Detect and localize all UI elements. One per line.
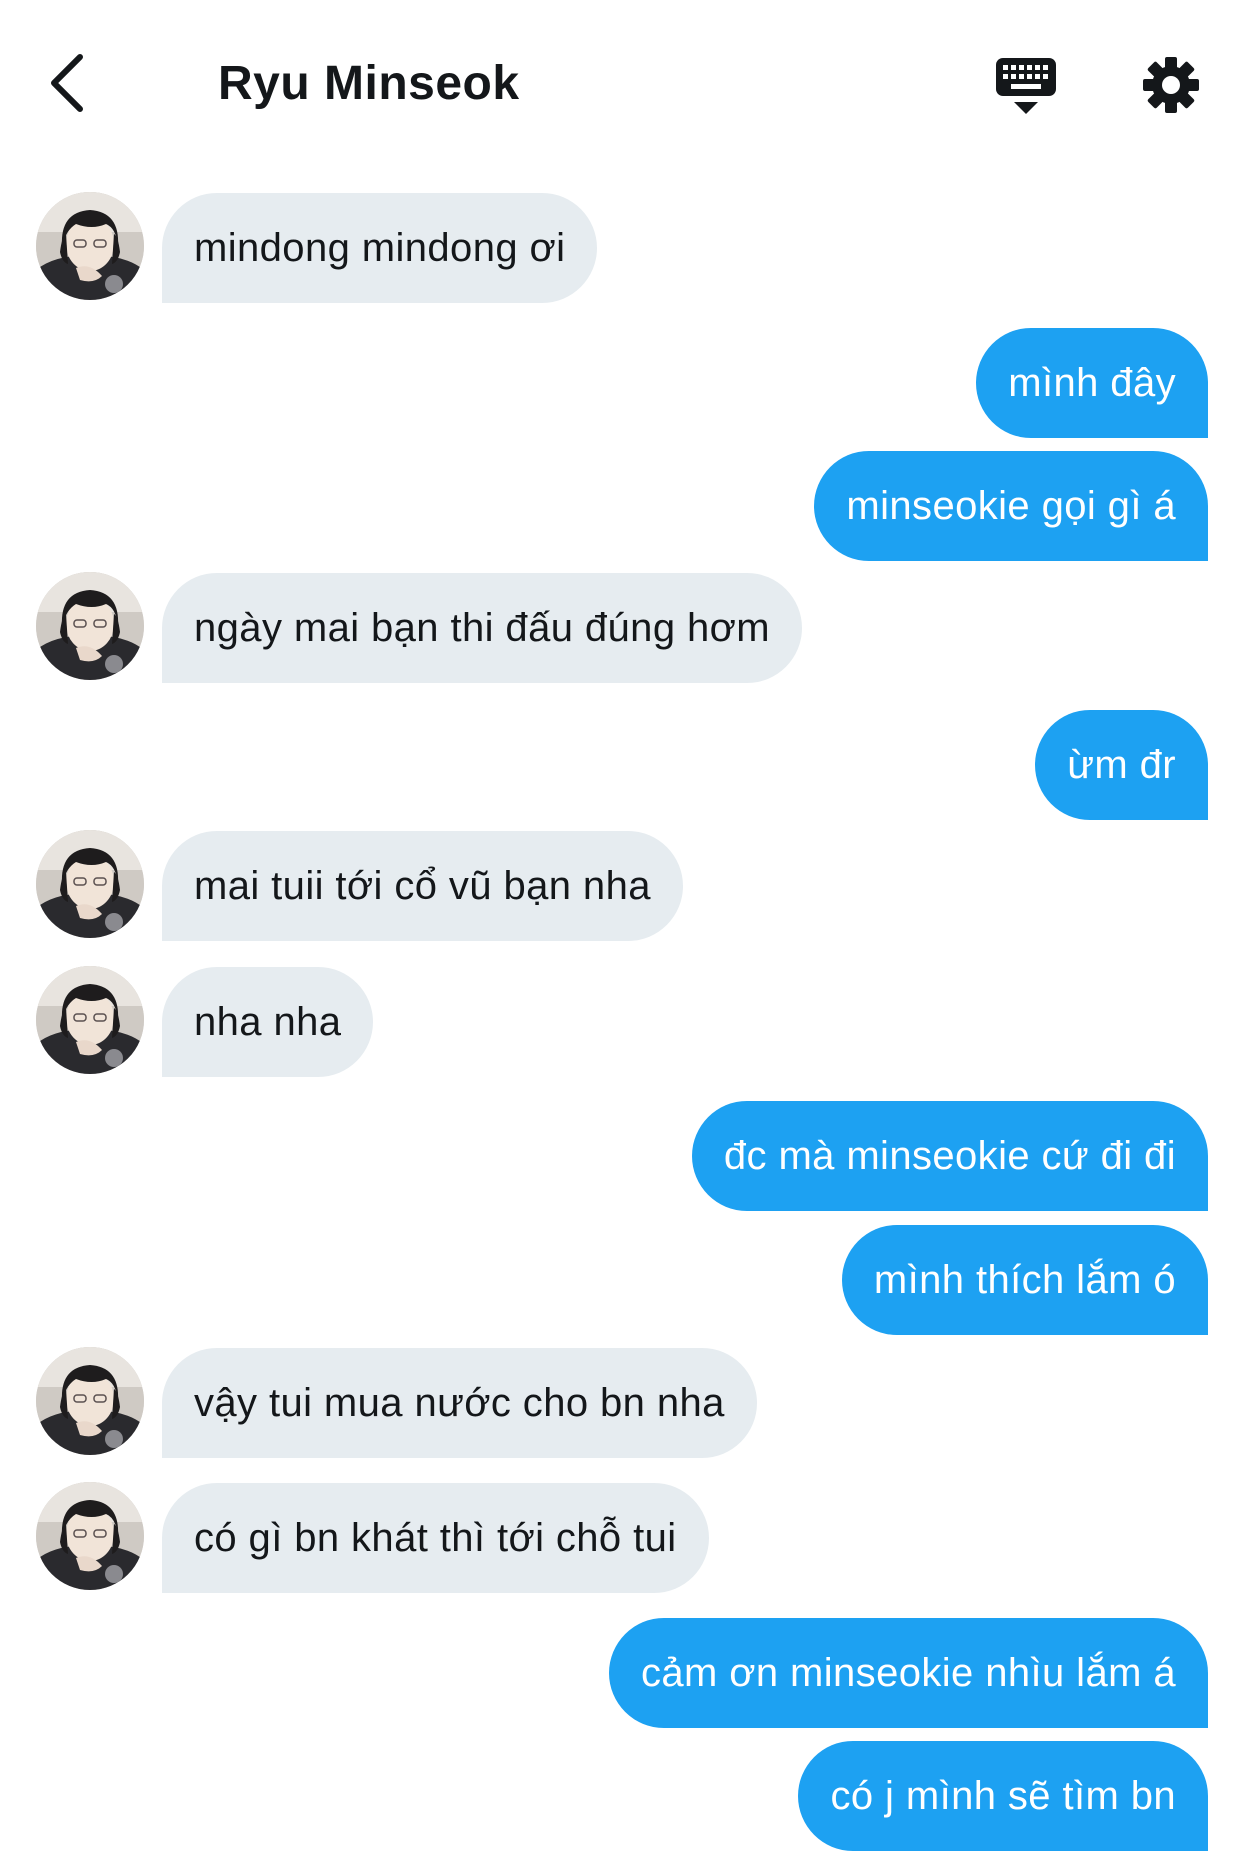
avatar-image xyxy=(36,966,144,1074)
settings-button[interactable] xyxy=(1136,50,1206,120)
avatar-image xyxy=(36,830,144,938)
message-text: ừm đr xyxy=(1067,743,1176,787)
conversation-title: Ryu Minseok xyxy=(218,57,520,110)
avatar[interactable] xyxy=(36,830,144,938)
outgoing-message-bubble[interactable]: ừm đr xyxy=(1035,710,1208,820)
outgoing-message-bubble[interactable]: mình đây xyxy=(976,328,1208,438)
message-text: nha nha xyxy=(194,1000,342,1044)
incoming-message-bubble[interactable]: vậy tui mua nước cho bn nha xyxy=(162,1348,757,1458)
avatar-image xyxy=(36,572,144,680)
incoming-message-bubble[interactable]: mai tuii tới cổ vũ bạn nha xyxy=(162,831,683,941)
message-text: cảm ơn minseokie nhìu lắm á xyxy=(640,1651,1176,1695)
outgoing-message-bubble[interactable]: mình thích lắm ó xyxy=(841,1225,1208,1335)
avatar-image xyxy=(36,1347,144,1455)
incoming-message-bubble[interactable]: ngày mai bạn thi đấu đúng hơm xyxy=(162,573,802,683)
outgoing-message-bubble[interactable]: cảm ơn minseokie nhìu lắm á xyxy=(608,1618,1208,1728)
outgoing-message-bubble[interactable]: đc mà minseokie cứ đi đi xyxy=(691,1101,1208,1211)
gear-icon xyxy=(1143,57,1199,113)
message-text: đc mà minseokie cứ đi đi xyxy=(723,1134,1176,1178)
chevron-left-icon xyxy=(51,54,83,112)
avatar-image xyxy=(36,1482,144,1590)
incoming-message-bubble[interactable]: có gì bn khát thì tới chỗ tui xyxy=(162,1483,709,1593)
message-text: mindong mindong ơi xyxy=(194,226,566,270)
message-text: minseokie gọi gì á xyxy=(846,484,1176,528)
avatar[interactable] xyxy=(36,966,144,1074)
keyboard-toggle-button[interactable] xyxy=(990,50,1062,122)
back-button[interactable] xyxy=(38,48,98,118)
message-text: mình thích lắm ó xyxy=(873,1258,1176,1302)
keyboard-icon xyxy=(996,58,1056,114)
avatar[interactable] xyxy=(36,572,144,680)
avatar-image xyxy=(36,192,144,300)
message-text: mai tuii tới cổ vũ bạn nha xyxy=(194,864,651,908)
conversation-header: Ryu Minseok xyxy=(0,0,1242,170)
message-text: vậy tui mua nước cho bn nha xyxy=(194,1381,725,1425)
avatar[interactable] xyxy=(36,1482,144,1590)
outgoing-message-bubble[interactable]: minseokie gọi gì á xyxy=(814,451,1208,561)
outgoing-message-bubble[interactable]: có j mình sẽ tìm bn xyxy=(798,1741,1208,1851)
incoming-message-bubble[interactable]: nha nha xyxy=(162,967,374,1077)
avatar[interactable] xyxy=(36,1347,144,1455)
incoming-message-bubble[interactable]: mindong mindong ơi xyxy=(162,193,598,303)
message-text: mình đây xyxy=(1008,361,1176,405)
message-text: có j mình sẽ tìm bn xyxy=(830,1774,1176,1818)
message-text: có gì bn khát thì tới chỗ tui xyxy=(194,1516,677,1560)
avatar[interactable] xyxy=(36,192,144,300)
message-text: ngày mai bạn thi đấu đúng hơm xyxy=(194,606,770,650)
